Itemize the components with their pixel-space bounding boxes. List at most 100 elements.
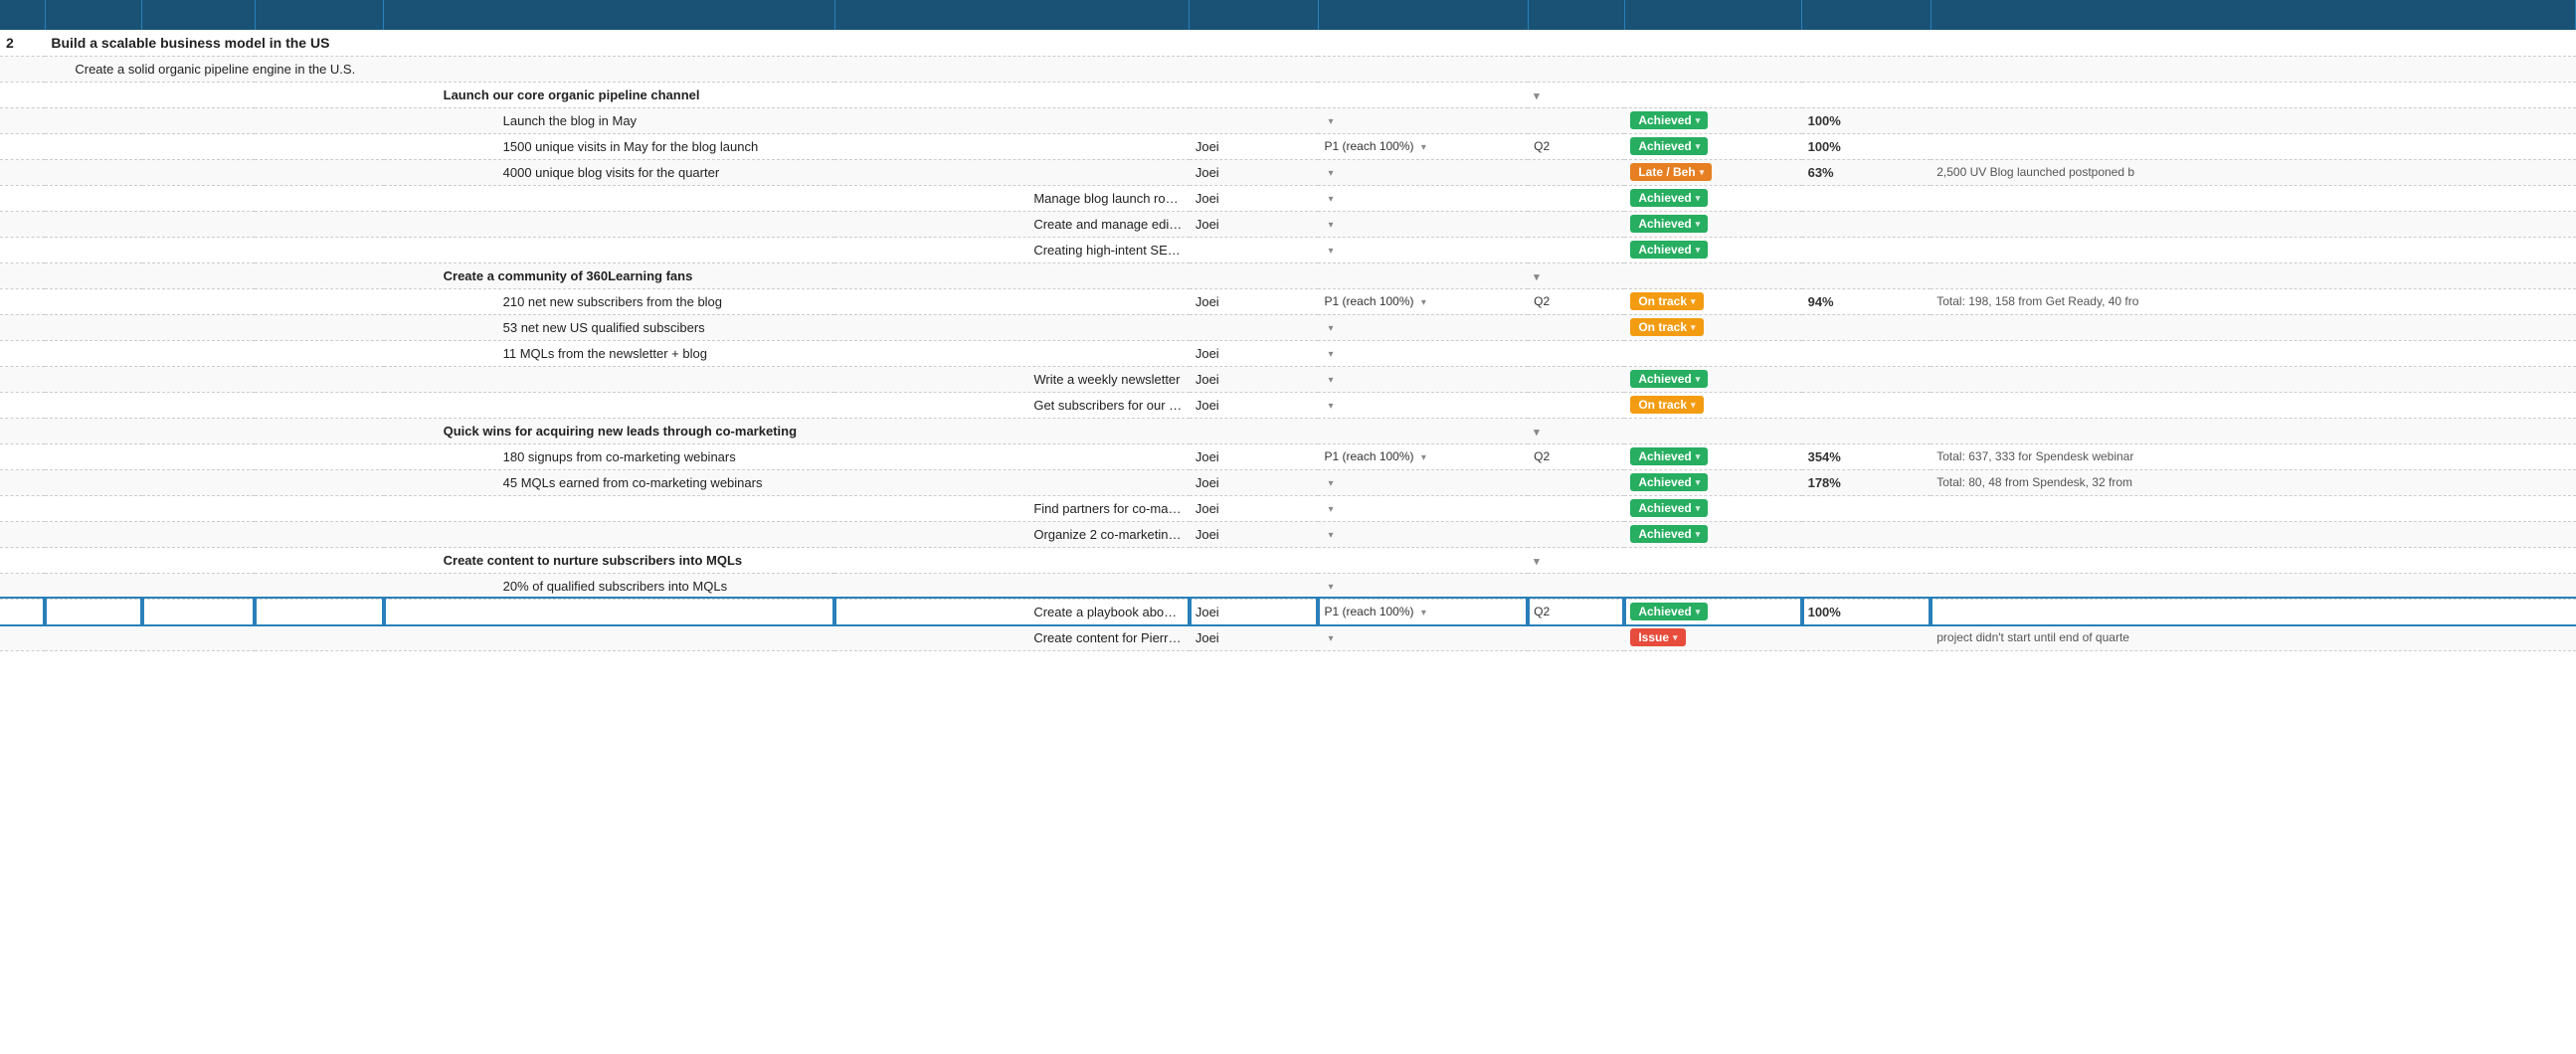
table-row[interactable]: 45 MQLs earned from co-marketing webinar… [0, 469, 2576, 495]
col-keyresults[interactable] [384, 0, 835, 30]
status-cell[interactable]: Achieved ▾ [1624, 443, 1801, 469]
priority-cell[interactable]: ▾ [1318, 340, 1528, 366]
status-badge[interactable]: Achieved ▾ [1630, 525, 1708, 543]
status-badge[interactable]: Achieved ▾ [1630, 447, 1708, 465]
priority-cell[interactable]: ▾ [1318, 237, 1528, 263]
priority-cell[interactable]: ▾ [1318, 573, 1528, 599]
status-badge[interactable]: Achieved ▾ [1630, 111, 1708, 129]
table-row[interactable]: 180 signups from co-marketing webinars J… [0, 443, 2576, 469]
status-badge[interactable]: Achieved ▾ [1630, 241, 1708, 259]
status-cell[interactable]: Achieved ▾ [1624, 211, 1801, 237]
priority-dropdown[interactable]: ▾ [1421, 142, 1426, 153]
col-initiative[interactable] [834, 0, 1190, 30]
priority-dropdown-empty[interactable]: ▾ [1328, 401, 1333, 412]
table-row[interactable]: 53 net new US qualified subscibers ▾ On … [0, 314, 2576, 340]
table-row[interactable]: 4000 unique blog visits for the quarter … [0, 159, 2576, 185]
table-row[interactable]: Launch the blog in May ▾ Achieved ▾ 100% [0, 107, 2576, 133]
status-badge[interactable]: Achieved ▾ [1630, 473, 1708, 491]
table-row[interactable]: Manage blog launch roadmap Joei ▾ Achiev… [0, 185, 2576, 211]
status-badge[interactable]: Late / Beh ▾ [1630, 163, 1712, 181]
table-row[interactable]: Create a community of 360Learning fans ▾ [0, 263, 2576, 288]
status-cell[interactable]: Achieved ▾ [1624, 133, 1801, 159]
status-dropdown-arrow[interactable]: ▾ [1696, 115, 1701, 126]
status-dropdown-arrow[interactable]: ▾ [1691, 322, 1696, 333]
status-cell[interactable]: Achieved ▾ [1624, 521, 1801, 547]
status-badge[interactable]: Achieved ▾ [1630, 215, 1708, 233]
priority-cell[interactable]: ▾ [1318, 159, 1528, 185]
col-objective[interactable] [255, 0, 384, 30]
status-badge[interactable]: On track ▾ [1630, 396, 1703, 414]
status-dropdown-arrow[interactable]: ▾ [1696, 477, 1701, 488]
col-360okr[interactable] [45, 0, 141, 30]
status-cell[interactable]: On track ▾ [1624, 314, 1801, 340]
status-badge[interactable]: Achieved ▾ [1630, 189, 1708, 207]
priority-cell[interactable]: ▾ [1318, 624, 1528, 650]
col-timing[interactable] [1528, 0, 1624, 30]
table-row[interactable]: Organize 2 co-marketing webinar Joei ▾ A… [0, 521, 2576, 547]
table-row[interactable]: Create a playbook about Onboarding Joei … [0, 599, 2576, 624]
status-badge[interactable]: Achieved ▾ [1630, 603, 1708, 620]
timing-dropdown[interactable]: ▾ [1534, 271, 1540, 283]
col-teamokr[interactable] [142, 0, 255, 30]
priority-dropdown-empty[interactable]: ▾ [1328, 582, 1333, 593]
status-dropdown-arrow[interactable]: ▾ [1696, 219, 1701, 230]
status-cell[interactable]: On track ▾ [1624, 288, 1801, 314]
status-dropdown-arrow[interactable]: ▾ [1696, 141, 1701, 152]
priority-dropdown[interactable]: ▾ [1421, 608, 1426, 618]
priority-cell[interactable]: ▾ [1318, 211, 1528, 237]
status-cell[interactable]: Achieved ▾ [1624, 366, 1801, 392]
status-dropdown-arrow[interactable]: ▾ [1696, 193, 1701, 204]
table-row[interactable]: Create and manage editorial plan Joei ▾ … [0, 211, 2576, 237]
priority-dropdown-empty[interactable]: ▾ [1328, 220, 1333, 231]
status-dropdown-arrow[interactable]: ▾ [1700, 167, 1705, 178]
table-row[interactable]: Get subscribers for our newsletter Joei … [0, 392, 2576, 418]
status-badge[interactable]: Achieved ▾ [1630, 499, 1708, 517]
status-dropdown-arrow[interactable]: ▾ [1696, 503, 1701, 514]
col-id[interactable] [0, 0, 45, 30]
priority-cell[interactable]: ▾ [1318, 495, 1528, 521]
status-dropdown-arrow[interactable]: ▾ [1696, 374, 1701, 385]
priority-cell[interactable]: P1 (reach 100%) ▾ [1318, 133, 1528, 159]
table-row[interactable]: Create content for Pierre's nurturing wo… [0, 624, 2576, 650]
status-badge[interactable]: On track ▾ [1630, 318, 1703, 336]
status-dropdown-arrow[interactable]: ▾ [1696, 529, 1701, 540]
table-row[interactable]: 20% of qualified subscribers into MQLs ▾ [0, 573, 2576, 599]
table-row[interactable]: 2 Build a scalable business model in the… [0, 30, 2576, 56]
status-cell[interactable]: Achieved ▾ [1624, 237, 1801, 263]
priority-cell[interactable]: ▾ [1318, 392, 1528, 418]
priority-cell[interactable]: P1 (reach 100%) ▾ [1318, 288, 1528, 314]
table-row[interactable]: 210 net new subscribers from the blog Jo… [0, 288, 2576, 314]
col-priority[interactable] [1318, 0, 1528, 30]
status-cell[interactable]: Achieved ▾ [1624, 185, 1801, 211]
status-cell[interactable] [1624, 573, 1801, 599]
priority-dropdown-empty[interactable]: ▾ [1328, 633, 1333, 644]
priority-dropdown-empty[interactable]: ▾ [1328, 116, 1333, 127]
priority-dropdown-empty[interactable]: ▾ [1328, 246, 1333, 257]
priority-dropdown-empty[interactable]: ▾ [1328, 168, 1333, 179]
priority-cell[interactable]: P1 (reach 100%) ▾ [1318, 443, 1528, 469]
status-cell[interactable]: Achieved ▾ [1624, 107, 1801, 133]
status-cell[interactable]: Achieved ▾ [1624, 495, 1801, 521]
col-completion[interactable] [1802, 0, 1932, 30]
status-badge[interactable]: Issue ▾ [1630, 628, 1685, 646]
status-dropdown-arrow[interactable]: ▾ [1696, 451, 1701, 462]
table-row[interactable]: Create a solid organic pipeline engine i… [0, 56, 2576, 82]
table-row[interactable]: 1500 unique visits in May for the blog l… [0, 133, 2576, 159]
status-cell[interactable]: Late / Beh ▾ [1624, 159, 1801, 185]
table-row[interactable]: Create content to nurture subscribers in… [0, 547, 2576, 573]
status-cell[interactable]: On track ▾ [1624, 392, 1801, 418]
status-badge[interactable]: Achieved ▾ [1630, 137, 1708, 155]
status-dropdown-arrow[interactable]: ▾ [1691, 400, 1696, 411]
status-cell[interactable]: Achieved ▾ [1624, 599, 1801, 624]
priority-dropdown-empty[interactable]: ▾ [1328, 478, 1333, 489]
priority-cell[interactable]: ▾ [1318, 185, 1528, 211]
table-row[interactable]: 11 MQLs from the newsletter + blog Joei … [0, 340, 2576, 366]
col-comments[interactable] [1931, 0, 2575, 30]
status-cell[interactable]: Issue ▾ [1624, 624, 1801, 650]
priority-cell[interactable]: P1 (reach 100%) ▾ [1318, 599, 1528, 624]
priority-dropdown-empty[interactable]: ▾ [1328, 375, 1333, 386]
status-dropdown-arrow[interactable]: ▾ [1673, 632, 1678, 643]
priority-dropdown-empty[interactable]: ▾ [1328, 504, 1333, 515]
status-dropdown-arrow[interactable]: ▾ [1691, 296, 1696, 307]
priority-dropdown-empty[interactable]: ▾ [1328, 194, 1333, 205]
